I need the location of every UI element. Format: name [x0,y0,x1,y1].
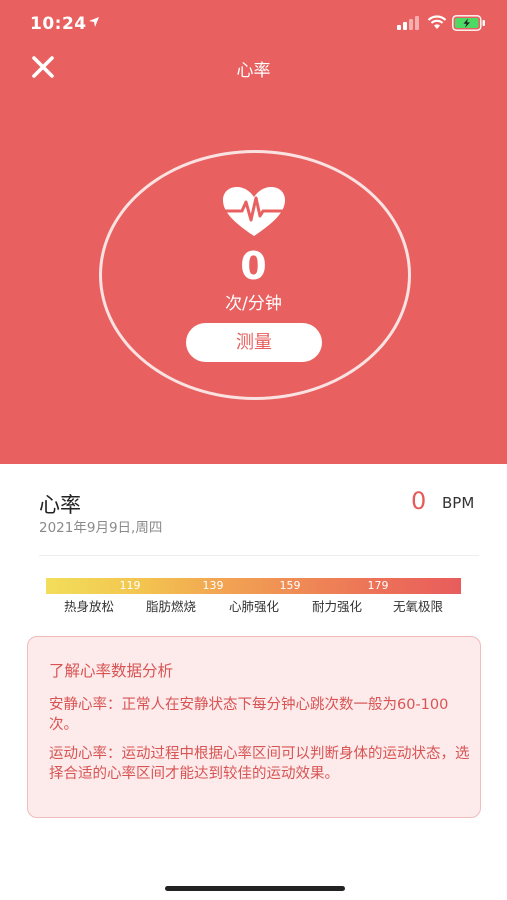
signal-icon [397,16,419,30]
info-resting-text: 安静心率：正常人在安静状态下每分钟心跳次数一般为60-100次。 [49,697,449,733]
page-title: 心率 [236,61,271,81]
record-unit: BPM [442,494,475,512]
zone-label-endurance: 耐力强化 [311,599,363,614]
heart-rate-info-card: 了解心率数据分析 安静心率：正常人在安静状态下每分钟心跳次数一般为60-100次… [27,636,481,818]
zone-label-cardio: 心肺强化 [228,599,280,614]
info-exercise-text: 运动心率：运动过程中根据心率区间可以判断身体的运动状态，选择合适的心率区间才能达… [49,746,470,782]
zone-tick: 159 [279,579,301,592]
zone-tick: 119 [119,579,141,592]
battery-charging-icon [452,15,485,31]
status-time: 10:24 [30,14,87,34]
heart-rate-value: 0 [240,244,267,288]
divider [39,555,479,556]
record-value: 0 [411,487,427,515]
heart-rate-zone-bar [46,578,461,594]
zone-tick: 179 [367,579,389,592]
record-title: 心率 [39,493,81,517]
info-title: 了解心率数据分析 [49,662,174,680]
home-indicator[interactable] [165,886,345,891]
location-arrow-icon [89,17,99,27]
zone-label-anaerobic: 无氧极限 [392,599,444,614]
heart-rate-header-panel: 10:24 心率 0 次/分钟 测量 [0,0,507,464]
wifi-icon [427,15,447,29]
record-date: 2021年9月9日,周四 [39,520,163,536]
heart-pulse-icon [223,187,285,236]
measure-button[interactable]: 测量 [186,323,322,362]
zone-tick: 139 [202,579,224,592]
zone-label-warmup: 热身放松 [63,599,115,614]
heart-rate-unit: 次/分钟 [225,294,282,314]
zone-label-fat-burn: 脂肪燃烧 [145,599,197,614]
